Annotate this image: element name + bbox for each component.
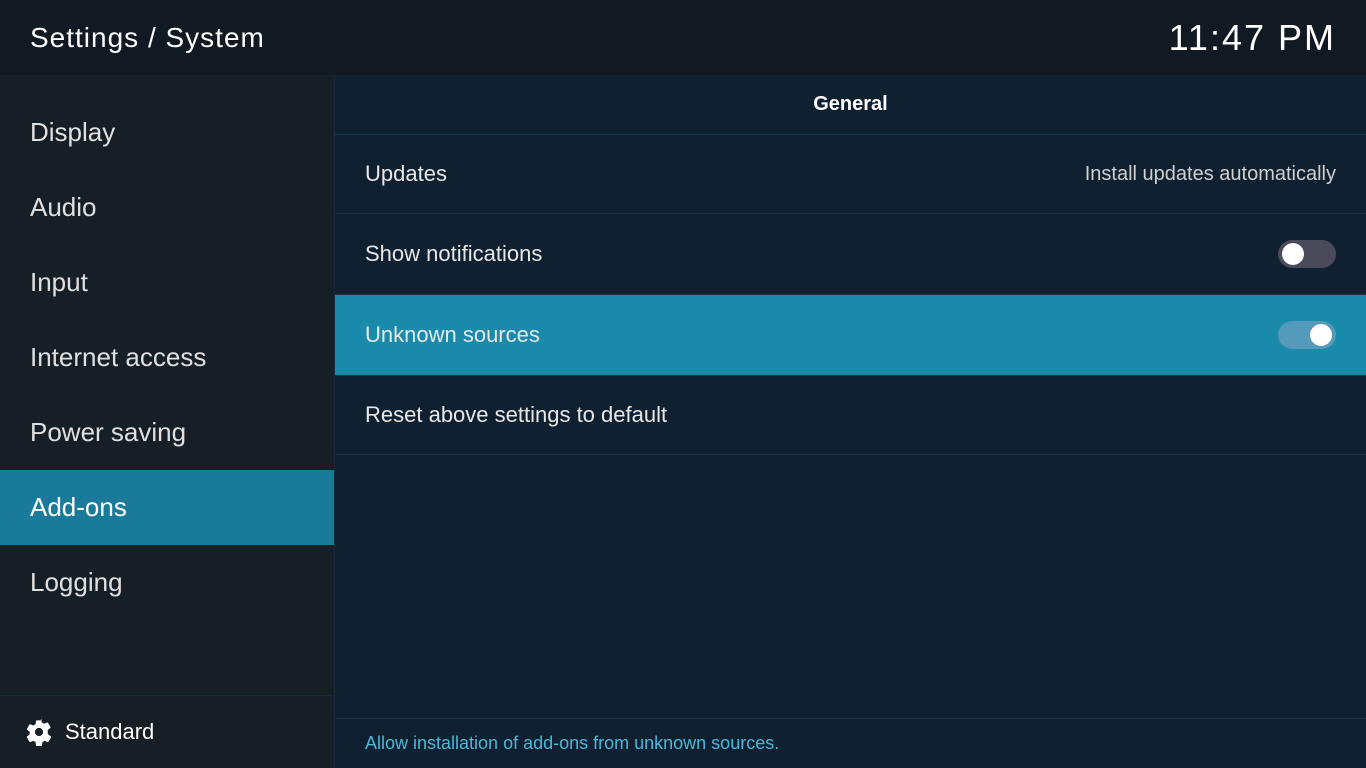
page-title: Settings / System <box>30 22 265 54</box>
setting-row-unknown-sources[interactable]: Unknown sources <box>335 295 1366 376</box>
toggle-knob-unknown-sources <box>1310 324 1332 346</box>
toggle-unknown-sources[interactable] <box>1278 321 1336 349</box>
sidebar-item-logging[interactable]: Logging <box>0 545 334 620</box>
setting-label-updates: Updates <box>365 161 447 187</box>
status-text: Allow installation of add-ons from unkno… <box>365 733 779 753</box>
setting-value-updates: Install updates automatically <box>1085 163 1336 186</box>
sidebar-item-internet-access[interactable]: Internet access <box>0 320 334 395</box>
sidebar-nav: DisplayAudioInputInternet accessPower sa… <box>0 75 334 620</box>
sidebar-item-add-ons[interactable]: Add-ons <box>0 470 334 545</box>
header: Settings / System 11:47 PM <box>0 0 1366 75</box>
sidebar-item-input[interactable]: Input <box>0 245 334 320</box>
status-bar: Allow installation of add-ons from unkno… <box>335 718 1366 768</box>
sidebar-item-power-saving[interactable]: Power saving <box>0 395 334 470</box>
content-area: General Updates Install updates automatic… <box>335 75 1366 768</box>
settings-list: Updates Install updates automatically Show… <box>335 135 1366 718</box>
toggle-knob-show-notifications <box>1282 243 1304 265</box>
setting-row-show-notifications[interactable]: Show notifications <box>335 214 1366 295</box>
setting-label-reset-settings: Reset above settings to default <box>365 402 667 428</box>
sidebar-footer[interactable]: Standard <box>0 695 334 768</box>
sidebar: DisplayAudioInputInternet accessPower sa… <box>0 75 335 768</box>
gear-icon <box>25 718 53 746</box>
main-container: DisplayAudioInputInternet accessPower sa… <box>0 75 1366 768</box>
section-header: General <box>335 75 1366 135</box>
setting-row-updates[interactable]: Updates Install updates automatically <box>335 135 1366 214</box>
setting-label-show-notifications: Show notifications <box>365 241 542 267</box>
setting-row-reset-settings[interactable]: Reset above settings to default <box>335 376 1366 455</box>
clock: 11:47 PM <box>1169 17 1336 59</box>
setting-label-unknown-sources: Unknown sources <box>365 322 540 348</box>
toggle-show-notifications[interactable] <box>1278 240 1336 268</box>
sidebar-item-display[interactable]: Display <box>0 95 334 170</box>
sidebar-item-audio[interactable]: Audio <box>0 170 334 245</box>
sidebar-level-label: Standard <box>65 719 154 745</box>
